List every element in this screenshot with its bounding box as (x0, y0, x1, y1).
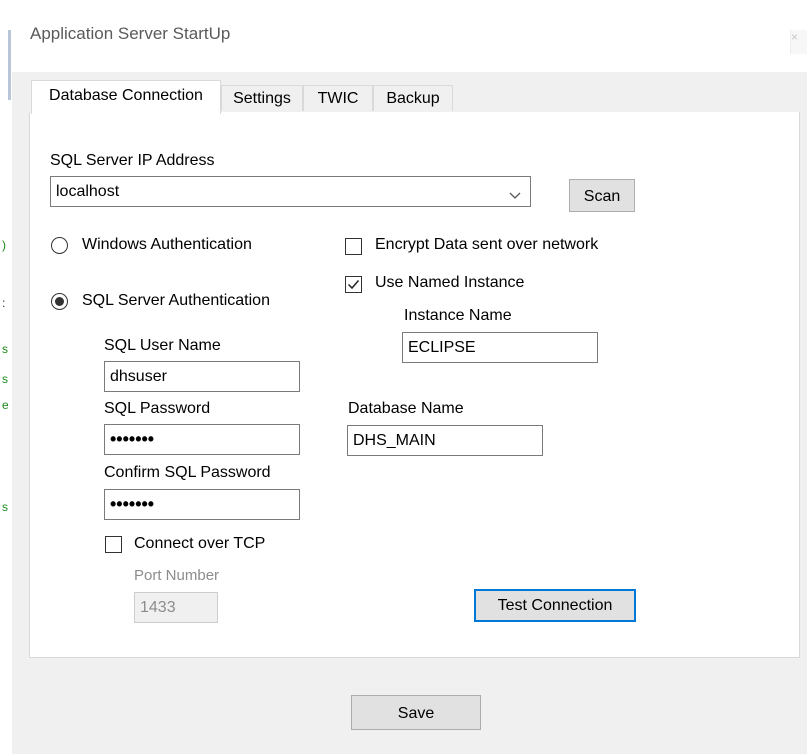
port-number-input: 1433 (134, 592, 218, 623)
chevron-down-icon[interactable] (508, 183, 522, 213)
background-window-strip: ) : s s e s (0, 0, 12, 754)
server-ip-combobox[interactable]: localhost (50, 176, 531, 207)
sql-auth-radio[interactable] (51, 293, 68, 310)
instance-name-label: Instance Name (404, 307, 512, 324)
background-text-fragment: e (2, 398, 9, 412)
named-instance-checkbox[interactable] (345, 276, 362, 293)
database-name-input[interactable]: DHS_MAIN (347, 425, 543, 456)
background-window-accent (8, 30, 11, 100)
background-text-fragment: s (2, 500, 8, 514)
port-number-label: Port Number (134, 567, 220, 584)
checkmark-icon (347, 280, 360, 290)
encrypt-data-checkbox[interactable] (345, 238, 362, 255)
background-text-fragment: ) (2, 238, 6, 252)
windows-auth-radio[interactable] (51, 237, 68, 254)
background-text-fragment: s (2, 342, 8, 356)
background-text-fragment: : (2, 296, 6, 310)
scan-button[interactable]: Scan (569, 179, 635, 212)
test-connection-button[interactable]: Test Connection (474, 589, 636, 622)
connect-tcp-checkbox[interactable] (105, 536, 122, 553)
confirm-password-label: Confirm SQL Password (104, 464, 271, 481)
password-label: SQL Password (104, 400, 211, 417)
server-ip-label: SQL Server IP Address (50, 152, 215, 169)
tab-twic[interactable]: TWIC (303, 85, 373, 111)
tab-backup[interactable]: Backup (373, 85, 453, 111)
background-text-fragment: s (2, 372, 8, 386)
password-input[interactable]: ••••••• (104, 424, 300, 455)
encrypt-data-label: Encrypt Data sent over network (375, 236, 599, 253)
user-name-label: SQL User Name (104, 337, 221, 354)
instance-name-input[interactable]: ECLIPSE (402, 332, 598, 363)
close-icon[interactable]: × (790, 30, 807, 54)
connect-tcp-label: Connect over TCP (134, 535, 266, 552)
tab-settings[interactable]: Settings (221, 85, 303, 111)
server-ip-value: localhost (56, 183, 120, 200)
database-name-label: Database Name (348, 400, 464, 417)
sql-auth-label: SQL Server Authentication (82, 292, 270, 309)
windows-auth-label: Windows Authentication (82, 236, 252, 253)
confirm-password-input[interactable]: ••••••• (104, 489, 300, 520)
tab-database-connection[interactable]: Database Connection (31, 80, 221, 114)
save-button[interactable]: Save (351, 695, 481, 730)
user-name-input[interactable]: dhsuser (104, 361, 300, 392)
named-instance-label: Use Named Instance (375, 274, 525, 291)
window-title: Application Server StartUp (30, 24, 231, 43)
radio-selected-dot (55, 297, 64, 306)
